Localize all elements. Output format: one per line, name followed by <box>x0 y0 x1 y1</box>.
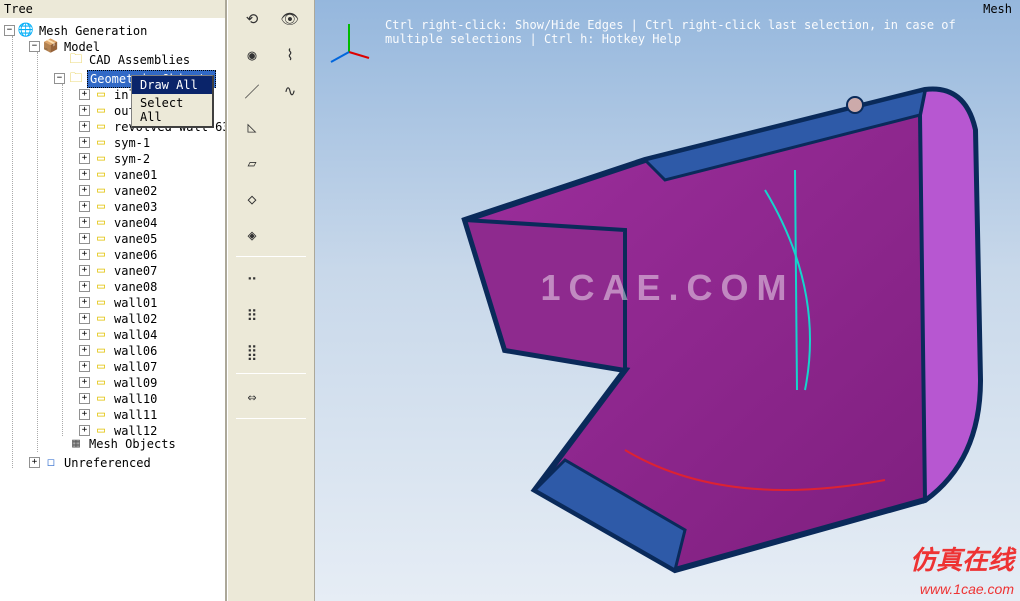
expand-icon[interactable]: + <box>79 217 90 228</box>
shaded-cube-icon[interactable]: ◈ <box>234 220 270 250</box>
ctx-select-all[interactable]: Select All <box>132 94 212 126</box>
expand-icon[interactable]: + <box>79 153 90 164</box>
expand-icon[interactable]: + <box>79 233 90 244</box>
expand-icon[interactable]: − <box>4 25 15 36</box>
expand-icon[interactable]: + <box>79 121 90 132</box>
expand-icon[interactable]: + <box>79 105 90 116</box>
context-menu: Draw All Select All <box>131 75 214 128</box>
expand-icon[interactable]: − <box>29 41 40 52</box>
expand-icon[interactable]: + <box>79 137 90 148</box>
expand-icon[interactable]: + <box>79 329 90 340</box>
dots-sparse-icon[interactable]: ⠒ <box>234 265 270 295</box>
viewport-title: Mesh <box>983 2 1012 16</box>
reset-width-icon[interactable]: ⇔ <box>234 382 270 412</box>
expand-icon[interactable]: + <box>29 457 40 468</box>
watermark-url: www.1cae.com <box>920 581 1014 597</box>
rotate-3d-icon[interactable]: ⟲ <box>234 4 270 34</box>
dots-halo-icon[interactable]: ⠿ <box>234 301 270 331</box>
eye-icon[interactable]: 👁 <box>272 4 308 34</box>
expand-icon[interactable]: + <box>79 201 90 212</box>
expand-icon[interactable]: + <box>79 409 90 420</box>
expand-icon[interactable]: + <box>79 361 90 372</box>
expand-icon[interactable]: + <box>79 249 90 260</box>
expand-icon[interactable]: + <box>79 185 90 196</box>
circle-dot-icon[interactable]: ◉ <box>234 40 270 70</box>
viewport[interactable]: Mesh Ctrl right-click: Show/Hide Edges |… <box>315 0 1020 601</box>
separator <box>236 256 306 257</box>
expand-icon[interactable]: + <box>79 169 90 180</box>
expand-icon[interactable]: + <box>79 297 90 308</box>
expand-icon[interactable]: + <box>79 89 90 100</box>
separator <box>236 373 306 374</box>
cube-icon[interactable]: ◇ <box>234 184 270 214</box>
cylinder-icon[interactable]: ⌇ <box>272 40 308 70</box>
separator <box>236 418 306 419</box>
expand-icon[interactable]: + <box>79 377 90 388</box>
folder-icon: 🗀 <box>68 52 84 68</box>
toolbox: ⟲👁◉⌇／∿◺ ▱ ◇ ◈ ⠒ ⠿ ⣿ ⇔ <box>227 0 315 601</box>
expand-icon[interactable]: + <box>79 265 90 276</box>
plane-icon[interactable]: ▱ <box>234 148 270 178</box>
expand-icon[interactable]: + <box>79 425 90 436</box>
expand-icon[interactable]: + <box>79 393 90 404</box>
node-cad-assemblies[interactable]: 🗀 CAD Assemblies <box>54 52 192 68</box>
unref-icon: ◻ <box>43 455 59 471</box>
collapse-icon[interactable]: − <box>54 73 65 84</box>
ctx-draw-all[interactable]: Draw All <box>132 76 212 94</box>
tree-title: Tree <box>0 0 225 18</box>
dots-dense-icon[interactable]: ⣿ <box>234 337 270 367</box>
triangle-icon[interactable]: ◺ <box>234 112 270 142</box>
node-mesh-objects[interactable]: ▦ Mesh Objects <box>54 436 178 452</box>
spline-icon[interactable]: ∿ <box>272 76 308 106</box>
node-unreferenced[interactable]: + ◻ Unreferenced <box>29 455 153 471</box>
geometry-model-icon <box>365 30 1005 590</box>
expand-icon[interactable]: + <box>79 281 90 292</box>
line-icon[interactable]: ／ <box>234 76 270 106</box>
expand-icon[interactable]: + <box>79 313 90 324</box>
expand-icon[interactable]: + <box>79 345 90 356</box>
watermark-tag: 仿真在线 <box>910 540 1014 577</box>
mesh-icon: ▦ <box>68 436 84 452</box>
